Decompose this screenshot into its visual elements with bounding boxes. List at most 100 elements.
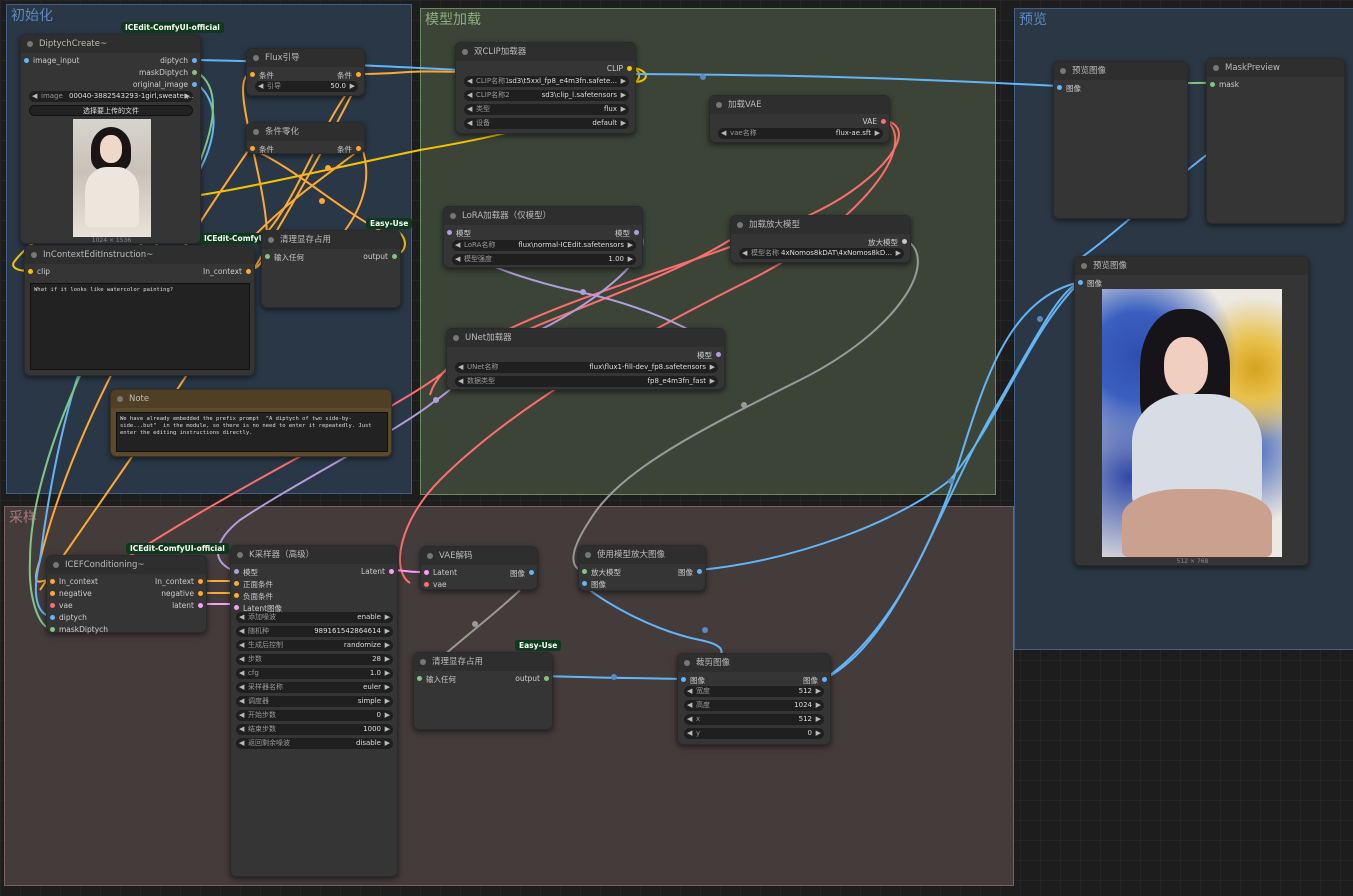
output-latent[interactable]: latent — [172, 601, 204, 610]
ksampler-widget[interactable]: ◀ 步数 28 ▶ — [236, 654, 393, 665]
unet-dtype-widget[interactable]: ◀ 数据类型 fp8_e4m3fn_fast ▶ — [455, 376, 718, 387]
latent-pin-icon[interactable] — [234, 605, 239, 610]
arrow-right-icon[interactable]: ▶ — [621, 76, 626, 87]
arrow-left-icon[interactable]: ◀ — [458, 376, 463, 387]
arrow-left-icon[interactable]: ◀ — [687, 714, 692, 725]
latent-pin-icon[interactable] — [424, 570, 429, 575]
ksampler-widget[interactable]: ◀ 添加噪波 enable ▶ — [236, 612, 393, 623]
vae-name-widget[interactable]: ◀ vae名称 flux-ae.sft ▶ — [718, 128, 883, 139]
node-diptych-create[interactable]: DiptychCreate~ image_input diptych maskD… — [20, 34, 201, 244]
input-any[interactable]: 输入任何 — [264, 252, 304, 263]
guidance-widget[interactable]: ◀ 引导 50.0 ▶ — [255, 81, 358, 92]
model-pin-icon[interactable] — [234, 569, 239, 574]
arrow-left-icon[interactable]: ◀ — [467, 118, 472, 129]
input-upscale-model[interactable]: 放大模型 — [581, 567, 621, 578]
any-pin-icon[interactable] — [265, 254, 270, 259]
arrow-right-icon[interactable]: ▶ — [385, 682, 390, 693]
arrow-left-icon[interactable]: ◀ — [239, 668, 244, 679]
input-any[interactable]: 输入任何 — [416, 674, 456, 685]
ksampler-widget[interactable]: ◀ 采样器名称 euler ▶ — [236, 682, 393, 693]
input-positive[interactable]: 正面条件 — [233, 579, 273, 590]
arrow-left-icon[interactable]: ◀ — [239, 612, 244, 623]
lora-name-widget[interactable]: ◀ LoRA名称 flux\normal-ICEdit.safetensors ▶ — [452, 240, 636, 251]
upscale-pin-icon[interactable] — [902, 239, 907, 244]
cond-pin-icon[interactable] — [246, 269, 251, 274]
node-header[interactable]: 双CLIP加载器 — [456, 43, 635, 61]
node-load-vae[interactable]: 加载VAE VAE ◀ vae名称 flux-ae.sft ▶ — [709, 95, 890, 143]
output-cond[interactable]: 条件 — [337, 144, 362, 155]
model-pin-icon[interactable] — [447, 230, 452, 235]
collapse-dot[interactable] — [453, 335, 459, 341]
input-image[interactable]: image_input — [23, 56, 79, 65]
input-negative[interactable]: 负面条件 — [233, 591, 273, 602]
clip-name1-widget[interactable]: ◀ CLIP名称1 sd3\t5xxl_fp8_e4m3fn.safete... ▶ — [464, 76, 629, 87]
instruction-textarea[interactable]: What if it looks like watercolor paintin… — [30, 283, 250, 370]
cond-pin-icon[interactable] — [234, 593, 239, 598]
node-header[interactable]: ICEFConditioning~ — [47, 556, 206, 574]
node-header[interactable]: K采样器（高级） — [231, 546, 397, 564]
ksampler-widget[interactable]: ◀ 调度器 simple ▶ — [236, 696, 393, 707]
arrow-right-icon[interactable]: ▶ — [385, 738, 390, 749]
mask-pin-icon[interactable] — [50, 627, 55, 632]
vae-pin-icon[interactable] — [424, 582, 429, 587]
collapse-dot[interactable] — [31, 252, 37, 258]
arrow-right-icon[interactable]: ▶ — [816, 700, 821, 711]
node-unet-loader[interactable]: UNet加载器 模型 ◀ UNet名称 flux\flux1-fill-dev_fp… — [446, 328, 725, 390]
arrow-right-icon[interactable]: ▶ — [385, 710, 390, 721]
arrow-left-icon[interactable]: ◀ — [458, 362, 463, 373]
arrow-left-icon[interactable]: ◀ — [32, 91, 37, 102]
node-header[interactable]: 使用模型放大图像 — [579, 546, 705, 564]
arrow-right-icon[interactable]: ▶ — [385, 668, 390, 679]
collapse-dot[interactable] — [427, 553, 433, 559]
node-header[interactable]: LoRA加载器（仅模型） — [444, 207, 642, 225]
crop-widget[interactable]: ◀ y 0 ▶ — [684, 728, 824, 739]
input-image[interactable]: 图像 — [680, 675, 705, 686]
input-cond[interactable]: 条件 — [249, 70, 274, 81]
vae-pin-icon[interactable] — [50, 603, 55, 608]
note-textarea[interactable]: We have already embedded the prefix prom… — [116, 412, 388, 452]
collapse-dot[interactable] — [268, 237, 274, 243]
image-pin-icon[interactable] — [681, 677, 686, 682]
node-header[interactable]: 加载VAE — [710, 96, 889, 114]
arrow-right-icon[interactable]: ▶ — [816, 686, 821, 697]
input-model[interactable]: 模型 — [233, 567, 258, 578]
arrow-right-icon[interactable]: ▶ — [710, 362, 715, 373]
arrow-right-icon[interactable]: ▶ — [385, 612, 390, 623]
upscale-name-widget[interactable]: ◀ 模型名称 4xNomos8kDAT\4xNomos8kD... ▶ — [739, 248, 904, 259]
vae-pin-icon[interactable] — [881, 119, 886, 124]
output-cond[interactable]: 条件 — [337, 70, 362, 81]
input-cond[interactable]: 条件 — [249, 144, 274, 155]
upscale-pin-icon[interactable] — [582, 569, 587, 574]
any-pin-icon[interactable] — [392, 254, 397, 259]
arrow-left-icon[interactable]: ◀ — [742, 248, 747, 259]
ksampler-widget[interactable]: ◀ 返回剩余噪波 disable ▶ — [236, 738, 393, 749]
node-header[interactable]: VAE解码 — [421, 547, 537, 565]
collapse-dot[interactable] — [737, 222, 743, 228]
crop-widget[interactable]: ◀ 宽度 512 ▶ — [684, 686, 824, 697]
input-model[interactable]: 模型 — [446, 228, 471, 239]
output-upscale-model[interactable]: 放大模型 — [868, 237, 908, 248]
node-upscale-loader[interactable]: 加载放大模型 放大模型 ◀ 模型名称 4xNomos8kDAT\4xNomos8kD… — [730, 215, 911, 263]
image-pin-icon[interactable] — [529, 570, 534, 575]
node-header[interactable]: Flux引导 — [247, 49, 364, 67]
collapse-dot[interactable] — [253, 129, 259, 135]
any-pin-icon[interactable] — [544, 676, 549, 681]
node-preview-image-1[interactable]: 预览图像 图像 — [1053, 61, 1188, 219]
upload-button[interactable]: 选择要上传的文件 — [29, 105, 193, 116]
image-pin-icon[interactable] — [192, 58, 197, 63]
collapse-dot[interactable] — [1081, 263, 1087, 269]
arrow-right-icon[interactable]: ▶ — [350, 81, 355, 92]
cond-pin-icon[interactable] — [198, 591, 203, 596]
mask-pin-icon[interactable] — [1210, 82, 1215, 87]
latent-pin-icon[interactable] — [198, 603, 203, 608]
collapse-dot[interactable] — [53, 562, 59, 568]
image-pin-icon[interactable] — [697, 569, 702, 574]
input-clip[interactable]: clip — [27, 267, 50, 276]
node-clean-vram-bottom[interactable]: 清理显存占用 输入任何 output — [413, 652, 553, 730]
arrow-right-icon[interactable]: ▶ — [621, 104, 626, 115]
cond-pin-icon[interactable] — [50, 591, 55, 596]
ksampler-widget[interactable]: ◀ 随机种 989161542864614 ▶ — [236, 626, 393, 637]
collapse-dot[interactable] — [684, 660, 690, 666]
input-vae[interactable]: vae — [423, 580, 447, 589]
arrow-left-icon[interactable]: ◀ — [239, 724, 244, 735]
